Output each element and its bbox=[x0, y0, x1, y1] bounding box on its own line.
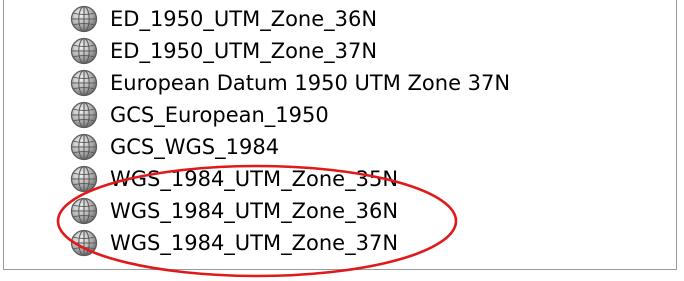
panel-border-left bbox=[3, 0, 4, 270]
list-item-gcs-european-1950[interactable]: GCS_European_1950 bbox=[70, 99, 510, 131]
list-item-gcs-wgs-1984[interactable]: GCS_WGS_1984 bbox=[70, 131, 510, 163]
list-item-wgs-1984-utm-zone-35n[interactable]: WGS_1984_UTM_Zone_35N bbox=[70, 163, 510, 195]
globe-icon bbox=[70, 229, 98, 257]
globe-icon bbox=[70, 133, 98, 161]
globe-icon bbox=[70, 165, 98, 193]
list-item-wgs-1984-utm-zone-37n[interactable]: WGS_1984_UTM_Zone_37N bbox=[70, 227, 510, 259]
globe-icon bbox=[70, 101, 98, 129]
panel-border-bottom bbox=[3, 269, 677, 270]
list-item-label: WGS_1984_UTM_Zone_36N bbox=[110, 199, 399, 223]
list-item-wgs-1984-utm-zone-36n[interactable]: WGS_1984_UTM_Zone_36N bbox=[70, 195, 510, 227]
globe-icon bbox=[70, 5, 98, 33]
coordinate-system-list-panel: ED_1950_UTM_Zone_36N ED_1950_UTM_Zone_37… bbox=[0, 0, 684, 281]
list-item-label: WGS_1984_UTM_Zone_35N bbox=[110, 167, 399, 191]
coordinate-system-list: ED_1950_UTM_Zone_36N ED_1950_UTM_Zone_37… bbox=[70, 3, 510, 259]
list-item-label: European Datum 1950 UTM Zone 37N bbox=[110, 71, 511, 95]
globe-icon bbox=[70, 37, 98, 65]
list-item-ed-1950-utm-zone-37n[interactable]: ED_1950_UTM_Zone_37N bbox=[70, 35, 510, 67]
globe-icon bbox=[70, 69, 98, 97]
list-item-label: WGS_1984_UTM_Zone_37N bbox=[110, 231, 399, 255]
list-item-label: ED_1950_UTM_Zone_37N bbox=[110, 39, 378, 63]
list-item-european-datum-1950-utm-zone-37n[interactable]: European Datum 1950 UTM Zone 37N bbox=[70, 67, 510, 99]
list-item-label: GCS_WGS_1984 bbox=[110, 135, 280, 159]
list-item-label: GCS_European_1950 bbox=[110, 103, 329, 127]
panel-border-right bbox=[676, 0, 677, 270]
list-item-label: ED_1950_UTM_Zone_36N bbox=[110, 7, 378, 31]
list-item-ed-1950-utm-zone-36n[interactable]: ED_1950_UTM_Zone_36N bbox=[70, 3, 510, 35]
globe-icon bbox=[70, 197, 98, 225]
